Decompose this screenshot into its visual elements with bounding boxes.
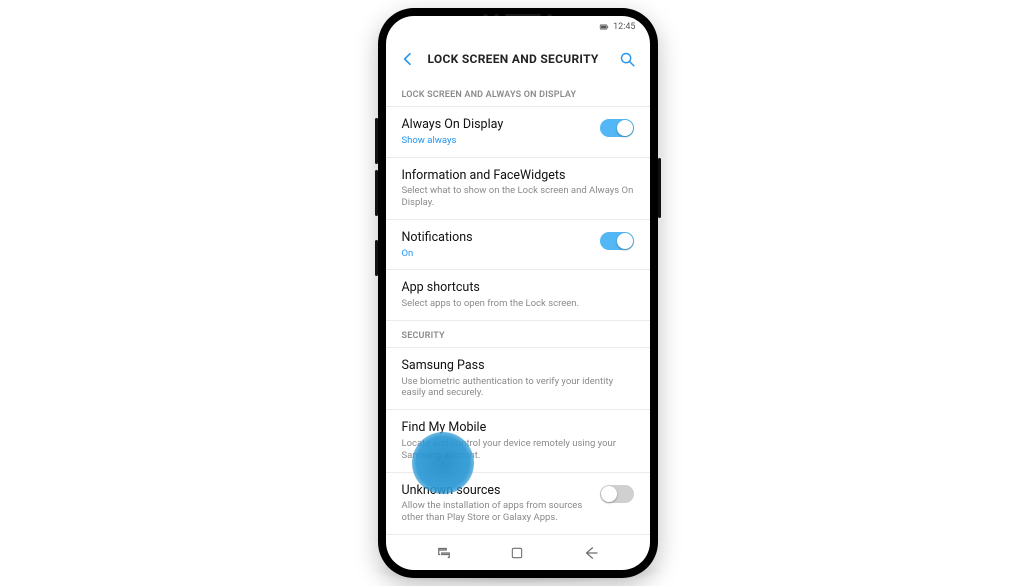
toggle-unknown-sources[interactable] [600, 485, 634, 503]
row-always-on-display[interactable]: Always On Display Show always [386, 107, 650, 157]
app-header: LOCK SCREEN AND SECURITY [386, 38, 650, 80]
row-title: Always On Display [402, 117, 590, 133]
page-title: LOCK SCREEN AND SECURITY [428, 52, 608, 66]
search-icon[interactable] [618, 49, 638, 69]
row-title: Information and FaceWidgets [402, 168, 634, 184]
navigation-bar [386, 536, 650, 570]
row-subtitle: Show always [402, 135, 590, 147]
row-find-my-mobile[interactable]: Find My Mobile Locate and control your d… [386, 410, 650, 471]
battery-icon [599, 22, 609, 32]
row-notifications[interactable]: Notifications On [386, 220, 650, 270]
row-subtitle: Locate and control your device remotely … [402, 438, 634, 462]
row-subtitle: Use biometric authentication to verify y… [402, 376, 634, 400]
row-title: Unknown sources [402, 483, 590, 499]
row-subtitle: Allow the installation of apps from sour… [402, 500, 590, 524]
row-subtitle: On [402, 248, 590, 260]
status-bar: 12:45 [386, 16, 650, 38]
section-header-lockscreen: LOCK SCREEN AND ALWAYS ON DISPLAY [386, 80, 650, 106]
bixby-button[interactable] [375, 240, 378, 276]
toggle-notifications[interactable] [600, 232, 634, 250]
screen: 12:45 LOCK SCREEN AND SECURITY LOCK SCRE… [386, 16, 650, 570]
row-cut-off[interactable] [386, 535, 650, 536]
power-button[interactable] [658, 158, 661, 218]
home-icon[interactable] [508, 544, 526, 562]
back-nav-icon[interactable] [582, 544, 600, 562]
row-subtitle: Select what to show on the Lock screen a… [402, 185, 634, 209]
row-samsung-pass[interactable]: Samsung Pass Use biometric authenticatio… [386, 348, 650, 409]
back-icon[interactable] [398, 49, 418, 69]
toggle-always-on-display[interactable] [600, 119, 634, 137]
section-header-security: SECURITY [386, 321, 650, 347]
row-title: Samsung Pass [402, 358, 634, 374]
row-title: Find My Mobile [402, 420, 634, 436]
row-title: App shortcuts [402, 280, 634, 296]
status-time: 12:45 [613, 22, 635, 32]
volume-down-button[interactable] [375, 170, 378, 216]
recents-icon[interactable] [435, 544, 453, 562]
row-unknown-sources[interactable]: Unknown sources Allow the installation o… [386, 473, 650, 534]
row-facewidgets[interactable]: Information and FaceWidgets Select what … [386, 158, 650, 219]
row-app-shortcuts[interactable]: App shortcuts Select apps to open from t… [386, 270, 650, 320]
row-subtitle: Select apps to open from the Lock screen… [402, 298, 634, 310]
volume-up-button[interactable] [375, 118, 378, 164]
row-title: Notifications [402, 230, 590, 246]
settings-list[interactable]: LOCK SCREEN AND ALWAYS ON DISPLAY Always… [386, 80, 650, 536]
phone-frame: 12:45 LOCK SCREEN AND SECURITY LOCK SCRE… [378, 8, 658, 578]
